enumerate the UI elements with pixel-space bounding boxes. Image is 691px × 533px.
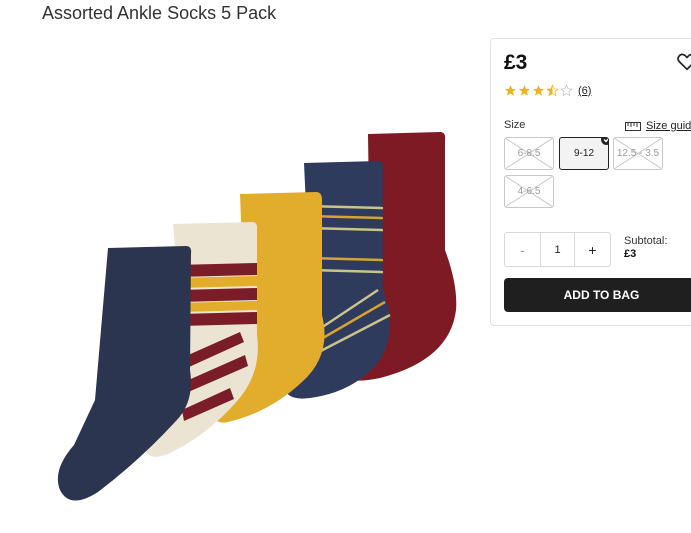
product-image (40, 120, 480, 520)
navy-sock (57, 246, 192, 501)
check-icon (601, 138, 608, 145)
size-option-12.5-3.5[interactable]: 12.5 - 3.5 (613, 137, 663, 170)
quantity-stepper: - 1 + (504, 232, 611, 267)
price: £3 (504, 51, 528, 74)
size-option-label: 4-6.5 (517, 186, 541, 197)
size-option-6-8.5[interactable]: 6-8.5 (504, 137, 554, 170)
subtotal-value: £3 (624, 248, 637, 260)
subtotal-label: Subtotal: (624, 235, 668, 247)
size-option-9-12[interactable]: 9-12 (559, 137, 609, 170)
star-empty-icon (560, 84, 573, 97)
subtotal: Subtotal: £3 (624, 235, 667, 261)
size-options: 6-8.5 9-12 12.5 - 3.5 4-6.5 (504, 137, 691, 212)
heart-outline-icon[interactable] (676, 51, 691, 73)
socks-illustration (57, 132, 457, 501)
size-label: Size (504, 119, 526, 131)
size-option-label: 9-12 (573, 148, 594, 159)
size-guide-link[interactable]: Size guid (625, 120, 691, 132)
star-full-icon (533, 85, 544, 96)
star-half-icon (546, 84, 559, 97)
quantity-decrease-button[interactable]: - (505, 233, 540, 266)
quantity-increase-button[interactable]: + (575, 233, 610, 266)
purchase-panel: £3 (6) Size Size guid 6-8.5 9-12 12.5 - … (490, 38, 691, 326)
product-title: Assorted Ankle Socks 5 Pack (42, 3, 277, 23)
size-option-label: 6-8.5 (517, 148, 541, 159)
size-option-4-6.5[interactable]: 4-6.5 (504, 175, 554, 208)
size-option-label: 12.5 - 3.5 (616, 148, 660, 159)
review-count-link[interactable]: (6) (578, 85, 591, 97)
size-guide-label: Size guid (646, 120, 691, 132)
ruler-icon (625, 121, 641, 131)
add-to-bag-button[interactable]: ADD TO BAG (504, 278, 691, 312)
quantity-input[interactable]: 1 (540, 233, 575, 266)
rating[interactable]: (6) (504, 84, 591, 97)
star-full-icon (505, 85, 516, 96)
star-full-icon (519, 85, 530, 96)
